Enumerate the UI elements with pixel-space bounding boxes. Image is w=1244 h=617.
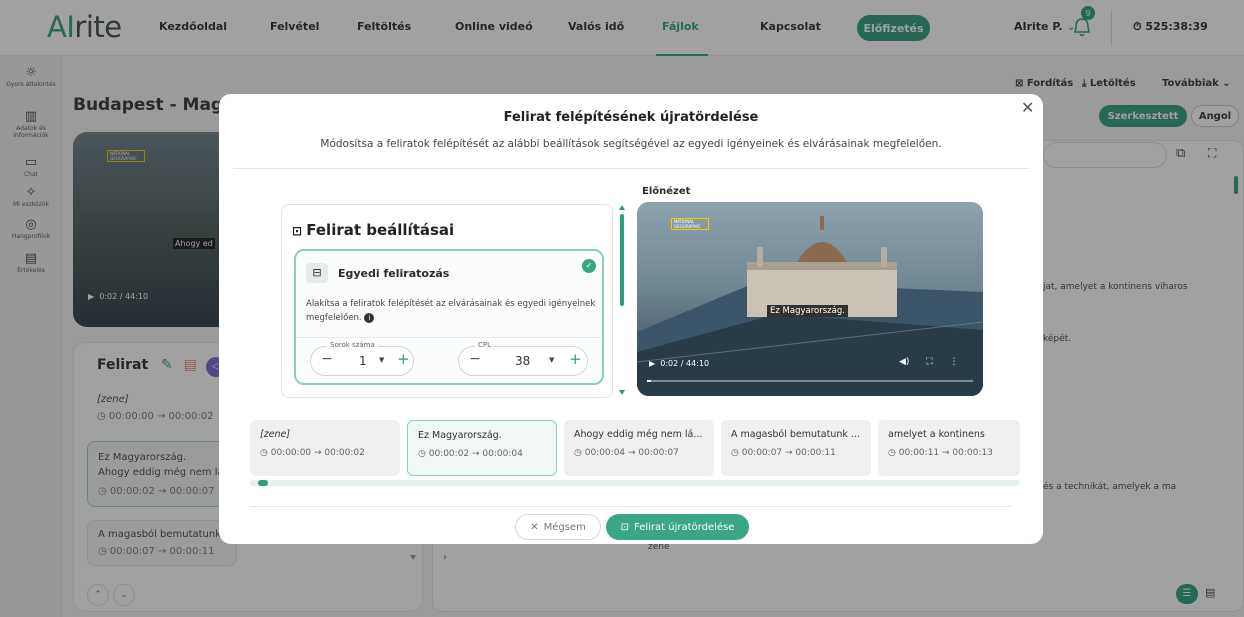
clock-icon: ◷ xyxy=(418,449,429,459)
check-icon: ✓ xyxy=(582,259,596,273)
rows-value: 1 xyxy=(359,354,367,368)
minus-icon[interactable]: − xyxy=(321,351,333,367)
segment-card[interactable]: [zene] ◷ 00:00:00 → 00:00:02 xyxy=(250,420,400,476)
clock-icon: ◷ xyxy=(731,448,742,458)
subtitle-settings-panel: ⊡ Felirat beállításai ⊟ Egyedi feliratoz… xyxy=(281,204,613,398)
settings-scrollbar[interactable] xyxy=(619,204,625,396)
info-icon[interactable]: i xyxy=(364,313,375,323)
video-progress-bar[interactable] xyxy=(647,380,973,382)
fullscreen-icon[interactable]: ⛶ xyxy=(926,357,932,367)
dropdown-icon[interactable]: ▼ xyxy=(379,356,384,364)
cancel-button[interactable]: ✕ Mégsem xyxy=(515,514,601,540)
dropdown-icon[interactable]: ▼ xyxy=(549,356,554,364)
preview-caption: Ez Magyarország. xyxy=(767,305,848,317)
plus-icon[interactable]: + xyxy=(569,350,582,368)
clock-icon: ◷ xyxy=(574,448,585,458)
option-title: Egyedi feliratozás xyxy=(338,267,450,280)
close-icon: ✕ xyxy=(530,521,539,533)
rows-label: Sorok száma xyxy=(327,341,378,349)
play-icon[interactable]: ▶ xyxy=(649,359,655,368)
clock-icon: ◷ xyxy=(888,448,899,458)
preview-video[interactable]: NATIONAL GEOGRAPHIC Ez Magyarország. ▶ 0… xyxy=(637,202,983,396)
option-description: Alakítsa a feliratok felépítését az elvá… xyxy=(306,299,596,323)
clock-icon: ◷ xyxy=(260,448,271,458)
rows-stepper[interactable]: Sorok száma − 1 ▼ + xyxy=(310,341,414,376)
video-time: ▶ 0:02 / 44:10 xyxy=(649,359,710,368)
segment-card[interactable]: Ahogy eddig még nem lá... ◷ 00:00:04 → 00… xyxy=(564,420,714,476)
natgeo-logo: NATIONAL GEOGRAPHIC xyxy=(671,218,709,230)
divider xyxy=(296,337,602,338)
subtitle-segments-strip: [zene] ◷ 00:00:00 → 00:00:02 Ez Magyarors… xyxy=(250,420,1020,478)
rebuild-subtitles-dialog: ✕ Felirat felépítésének újratördelése Mó… xyxy=(219,94,1043,544)
video-controls: ◀) ⛶ ⋮ xyxy=(899,357,959,367)
preview-label: Előnézet xyxy=(642,186,691,197)
cpl-stepper[interactable]: CPL − 38 ▼ + xyxy=(458,341,588,376)
rebuild-subtitles-button[interactable]: ⊡ Felirat újratördelése xyxy=(606,514,749,540)
segment-card[interactable]: amelyet a kontinens ◷ 00:00:11 → 00:00:13 xyxy=(878,420,1020,476)
dialog-title: Felirat felépítésének újratördelése xyxy=(503,110,759,125)
cpl-label: CPL xyxy=(475,341,495,349)
minus-icon[interactable]: − xyxy=(469,351,481,367)
plus-icon[interactable]: + xyxy=(397,350,410,368)
more-icon[interactable]: ⋮ xyxy=(950,357,959,367)
dialog-description: Módosítsa a feliratok felépítését az alá… xyxy=(320,138,942,150)
volume-icon[interactable]: ◀) xyxy=(899,357,909,367)
settings-title: ⊡ Felirat beállításai xyxy=(292,221,455,239)
subtitle-settings-icon: ⊡ xyxy=(292,224,307,238)
segment-card-active[interactable]: Ez Magyarország. ◷ 00:00:02 → 00:00:04 xyxy=(407,420,557,476)
cpl-value: 38 xyxy=(515,354,531,368)
segments-scrollbar[interactable] xyxy=(250,480,1020,486)
custom-subtitle-icon: ⊟ xyxy=(306,263,328,283)
divider xyxy=(233,168,1029,169)
custom-subtitling-option[interactable]: ⊟ Egyedi feliratozás ✓ Alakítsa a felira… xyxy=(294,249,604,385)
subtitle-rebuild-icon: ⊡ xyxy=(620,521,629,533)
divider xyxy=(250,506,1012,507)
segment-card[interactable]: A magasból bemutatunk ... ◷ 00:00:07 → 00… xyxy=(721,420,871,476)
